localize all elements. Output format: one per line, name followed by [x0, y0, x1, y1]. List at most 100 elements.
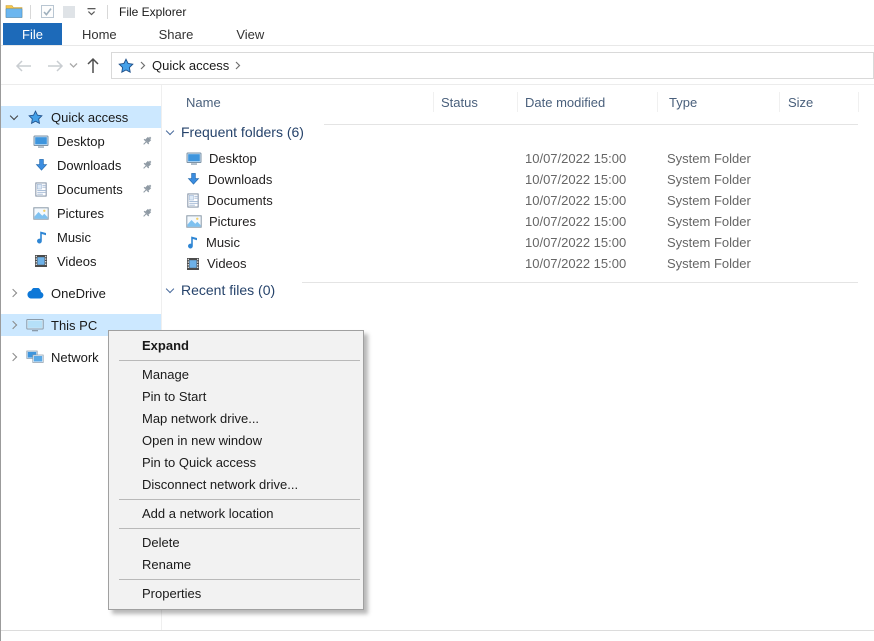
videos-icon [186, 257, 200, 271]
column-header-name[interactable]: Name [186, 88, 221, 116]
file-date-modified: 10/07/2022 15:00 [525, 232, 626, 253]
address-bar[interactable]: Quick access [111, 52, 874, 79]
group-header-label: Frequent folders (6) [181, 124, 304, 140]
file-row-pictures[interactable]: Pictures 10/07/2022 15:00 System Folder [162, 211, 874, 232]
new-folder-icon[interactable] [60, 3, 78, 21]
menu-item-expand[interactable]: Expand [109, 335, 363, 357]
sidebar-item-downloads[interactable]: Downloads [1, 154, 161, 176]
music-icon [186, 235, 199, 250]
column-divider[interactable] [657, 92, 658, 112]
divider [107, 5, 108, 19]
chevron-right-icon[interactable] [9, 289, 17, 297]
group-header-label: Recent files (0) [181, 282, 275, 298]
menu-item-rename[interactable]: Rename [109, 554, 363, 576]
menu-item-properties[interactable]: Properties [109, 583, 363, 605]
chevron-down-icon[interactable] [166, 126, 174, 134]
file-row-desktop[interactable]: Desktop 10/07/2022 15:00 System Folder [162, 148, 874, 169]
group-header-rule [302, 282, 858, 283]
column-divider[interactable] [517, 92, 518, 112]
customize-qat-dropdown-icon[interactable] [82, 3, 100, 21]
sidebar-item-music[interactable]: Music [1, 226, 161, 248]
status-bar-edge [1, 630, 874, 631]
pin-icon [141, 135, 153, 150]
forward-button[interactable] [43, 46, 67, 85]
file-row-downloads[interactable]: Downloads 10/07/2022 15:00 System Folder [162, 169, 874, 190]
divider [30, 5, 31, 19]
column-divider[interactable] [858, 92, 859, 112]
column-headers: Name Status Date modified Type Size [162, 88, 874, 116]
file-explorer-window: File Explorer File Home Share View Quic [0, 0, 874, 641]
chevron-right-icon[interactable] [9, 321, 17, 329]
menu-separator [119, 528, 360, 529]
downloads-icon [186, 172, 201, 187]
tab-home[interactable]: Home [66, 23, 133, 45]
tab-view[interactable]: View [220, 23, 280, 45]
chevron-down-icon[interactable] [166, 284, 174, 292]
column-divider[interactable] [433, 92, 434, 112]
breadcrumb-chevron-icon[interactable] [235, 61, 241, 70]
chevron-down-icon[interactable] [10, 111, 18, 119]
chevron-right-icon[interactable] [9, 353, 17, 361]
file-date-modified: 10/07/2022 15:00 [525, 148, 626, 169]
file-row-documents[interactable]: Documents 10/07/2022 15:00 System Folder [162, 190, 874, 211]
file-row-videos[interactable]: Videos 10/07/2022 15:00 System Folder [162, 253, 874, 274]
file-type: System Folder [667, 211, 751, 232]
column-header-type[interactable]: Type [669, 88, 697, 116]
menu-item-map-network-drive[interactable]: Map network drive... [109, 408, 363, 430]
sidebar-item-label: Desktop [57, 134, 105, 149]
file-name: Documents [207, 193, 273, 208]
file-name: Desktop [209, 151, 257, 166]
menu-separator [119, 499, 360, 500]
sidebar-item-label: Network [51, 350, 99, 365]
quick-access-star-icon [25, 110, 45, 125]
sidebar-item-desktop[interactable]: Desktop [1, 130, 161, 152]
tab-file[interactable]: File [3, 23, 62, 45]
quick-access-star-icon [118, 58, 134, 74]
file-row-music[interactable]: Music 10/07/2022 15:00 System Folder [162, 232, 874, 253]
pin-icon [141, 207, 153, 222]
column-divider[interactable] [779, 92, 780, 112]
up-button[interactable] [81, 46, 105, 85]
onedrive-icon [25, 288, 45, 299]
group-header-rule [324, 124, 858, 125]
documents-icon [31, 182, 51, 197]
file-name: Videos [207, 256, 247, 271]
documents-icon [186, 193, 200, 208]
menu-item-manage[interactable]: Manage [109, 364, 363, 386]
sidebar-item-documents[interactable]: Documents [1, 178, 161, 200]
sidebar-item-quick-access[interactable]: Quick access [1, 106, 161, 128]
menu-item-open-in-new-window[interactable]: Open in new window [109, 430, 363, 452]
sidebar-item-onedrive[interactable]: OneDrive [1, 282, 161, 304]
sidebar-item-label: Quick access [51, 110, 128, 125]
menu-item-disconnect-network-drive[interactable]: Disconnect network drive... [109, 474, 363, 496]
group-header-frequent-folders[interactable]: Frequent folders (6) [167, 124, 304, 140]
tab-share[interactable]: Share [143, 23, 210, 45]
sidebar-item-videos[interactable]: Videos [1, 250, 161, 272]
window-title: File Explorer [119, 5, 186, 19]
explorer-folder-icon [5, 3, 23, 21]
pictures-icon [186, 215, 202, 228]
menu-item-pin-to-start[interactable]: Pin to Start [109, 386, 363, 408]
ribbon-tab-bar: File Home Share View [1, 23, 874, 46]
file-name: Downloads [208, 172, 272, 187]
sidebar-item-pictures[interactable]: Pictures [1, 202, 161, 224]
column-header-status[interactable]: Status [441, 88, 478, 116]
breadcrumb-chevron-icon[interactable] [140, 61, 146, 70]
group-header-recent-files[interactable]: Recent files (0) [167, 282, 275, 298]
navigation-bar: Quick access [1, 46, 874, 85]
file-type: System Folder [667, 253, 751, 274]
recent-locations-dropdown-icon[interactable] [65, 46, 81, 85]
properties-icon[interactable] [38, 3, 56, 21]
menu-item-delete[interactable]: Delete [109, 532, 363, 554]
sidebar-item-label: Documents [57, 182, 123, 197]
menu-item-pin-to-quick-access[interactable]: Pin to Quick access [109, 452, 363, 474]
menu-separator [119, 579, 360, 580]
desktop-icon [186, 151, 202, 166]
breadcrumb-segment[interactable]: Quick access [152, 58, 229, 73]
back-button[interactable] [11, 46, 35, 85]
column-header-date-modified[interactable]: Date modified [525, 88, 605, 116]
column-header-size[interactable]: Size [788, 88, 813, 116]
menu-item-add-a-network-location[interactable]: Add a network location [109, 503, 363, 525]
this-pc-icon [25, 318, 45, 333]
pin-icon [141, 159, 153, 174]
